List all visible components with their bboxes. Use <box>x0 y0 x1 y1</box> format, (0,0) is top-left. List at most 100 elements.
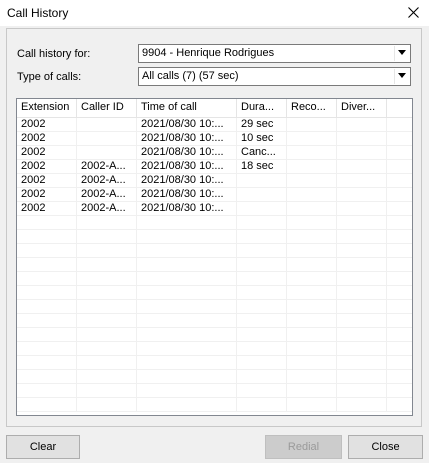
cell-time-of-call <box>137 384 237 398</box>
cell-time-of-call <box>137 314 237 328</box>
table-row <box>17 244 412 258</box>
column-header-time-of-call[interactable]: Time of call <box>137 99 237 117</box>
cell-diverted <box>337 258 387 272</box>
close-button[interactable]: Close <box>348 435 423 459</box>
cell-recording <box>287 188 337 202</box>
call-list[interactable]: Extension Caller ID Time of call Dura...… <box>16 98 413 416</box>
cell-duration <box>237 356 287 370</box>
table-row <box>17 300 412 314</box>
cell-diverted <box>337 132 387 146</box>
cell-time-of-call <box>137 370 237 384</box>
type-of-calls-label: Type of calls: <box>17 71 82 83</box>
cell-recording <box>287 342 337 356</box>
cell-extension: 2002 <box>17 174 77 188</box>
cell-time-of-call <box>137 216 237 230</box>
cell-recording <box>287 384 337 398</box>
cell-extension: 2002 <box>17 188 77 202</box>
cell-recording <box>287 216 337 230</box>
table-row[interactable]: 2002 2002-A... 2021/08/30 10:... 18 sec <box>17 160 412 174</box>
cell-diverted <box>337 314 387 328</box>
cell-extension <box>17 216 77 230</box>
cell-duration <box>237 300 287 314</box>
cell-duration <box>237 286 287 300</box>
cell-caller-id <box>77 342 137 356</box>
cell-time-of-call <box>137 328 237 342</box>
cell-duration <box>237 244 287 258</box>
cell-duration <box>237 328 287 342</box>
cell-extension <box>17 314 77 328</box>
call-list-header: Extension Caller ID Time of call Dura...… <box>17 99 412 118</box>
column-header-extension[interactable]: Extension <box>17 99 77 117</box>
table-row <box>17 216 412 230</box>
cell-extension <box>17 398 77 412</box>
cell-extension <box>17 272 77 286</box>
table-row <box>17 356 412 370</box>
close-icon[interactable] <box>397 0 429 26</box>
column-header-recording[interactable]: Reco... <box>287 99 337 117</box>
cell-caller-id <box>77 244 137 258</box>
clear-button[interactable]: Clear <box>6 435 80 459</box>
cell-time-of-call: 2021/08/30 10:... <box>137 202 237 216</box>
table-row <box>17 370 412 384</box>
cell-extension: 2002 <box>17 118 77 132</box>
cell-extension: 2002 <box>17 132 77 146</box>
cell-recording <box>287 118 337 132</box>
cell-extension <box>17 356 77 370</box>
redial-button[interactable]: Redial <box>265 435 342 459</box>
cell-extension: 2002 <box>17 146 77 160</box>
call-history-for-label: Call history for: <box>17 48 91 60</box>
cell-duration: 18 sec <box>237 160 287 174</box>
cell-time-of-call <box>137 356 237 370</box>
cell-diverted <box>337 160 387 174</box>
chevron-down-icon[interactable] <box>394 46 409 61</box>
cell-extension: 2002 <box>17 202 77 216</box>
cell-diverted <box>337 146 387 160</box>
cell-recording <box>287 398 337 412</box>
cell-diverted <box>337 202 387 216</box>
table-row[interactable]: 2002 2021/08/30 10:... Canc... <box>17 146 412 160</box>
cell-duration <box>237 202 287 216</box>
type-of-calls-value: All calls (7) (57 sec) <box>142 70 239 82</box>
table-row <box>17 286 412 300</box>
cell-recording <box>287 272 337 286</box>
cell-recording <box>287 132 337 146</box>
cell-duration: Canc... <box>237 146 287 160</box>
table-row <box>17 272 412 286</box>
column-header-caller-id[interactable]: Caller ID <box>77 99 137 117</box>
cell-duration <box>237 174 287 188</box>
table-row[interactable]: 2002 2021/08/30 10:... 10 sec <box>17 132 412 146</box>
table-row[interactable]: 2002 2002-A... 2021/08/30 10:... <box>17 188 412 202</box>
chevron-down-icon[interactable] <box>394 69 409 84</box>
cell-time-of-call: 2021/08/30 10:... <box>137 132 237 146</box>
cell-recording <box>287 314 337 328</box>
cell-duration <box>237 216 287 230</box>
cell-caller-id: 2002-A... <box>77 174 137 188</box>
cell-caller-id: 2002-A... <box>77 202 137 216</box>
cell-time-of-call: 2021/08/30 10:... <box>137 174 237 188</box>
call-history-for-dropdown[interactable]: 9904 - Henrique Rodrigues <box>138 44 411 63</box>
table-row[interactable]: 2002 2021/08/30 10:... 29 sec <box>17 118 412 132</box>
cell-recording <box>287 328 337 342</box>
cell-recording <box>287 160 337 174</box>
cell-diverted <box>337 230 387 244</box>
cell-diverted <box>337 272 387 286</box>
cell-extension: 2002 <box>17 160 77 174</box>
table-row <box>17 314 412 328</box>
table-row <box>17 384 412 398</box>
table-row[interactable]: 2002 2002-A... 2021/08/30 10:... <box>17 174 412 188</box>
table-row[interactable]: 2002 2002-A... 2021/08/30 10:... <box>17 202 412 216</box>
cell-caller-id <box>77 356 137 370</box>
column-header-diverted[interactable]: Diver... <box>337 99 387 117</box>
cell-caller-id: 2002-A... <box>77 160 137 174</box>
cell-duration <box>237 398 287 412</box>
cell-time-of-call: 2021/08/30 10:... <box>137 118 237 132</box>
column-header-duration[interactable]: Dura... <box>237 99 287 117</box>
cell-extension <box>17 244 77 258</box>
cell-duration: 10 sec <box>237 132 287 146</box>
cell-caller-id <box>77 370 137 384</box>
cell-caller-id <box>77 314 137 328</box>
cell-caller-id <box>77 398 137 412</box>
type-of-calls-dropdown[interactable]: All calls (7) (57 sec) <box>138 67 411 86</box>
cell-recording <box>287 300 337 314</box>
cell-extension <box>17 370 77 384</box>
